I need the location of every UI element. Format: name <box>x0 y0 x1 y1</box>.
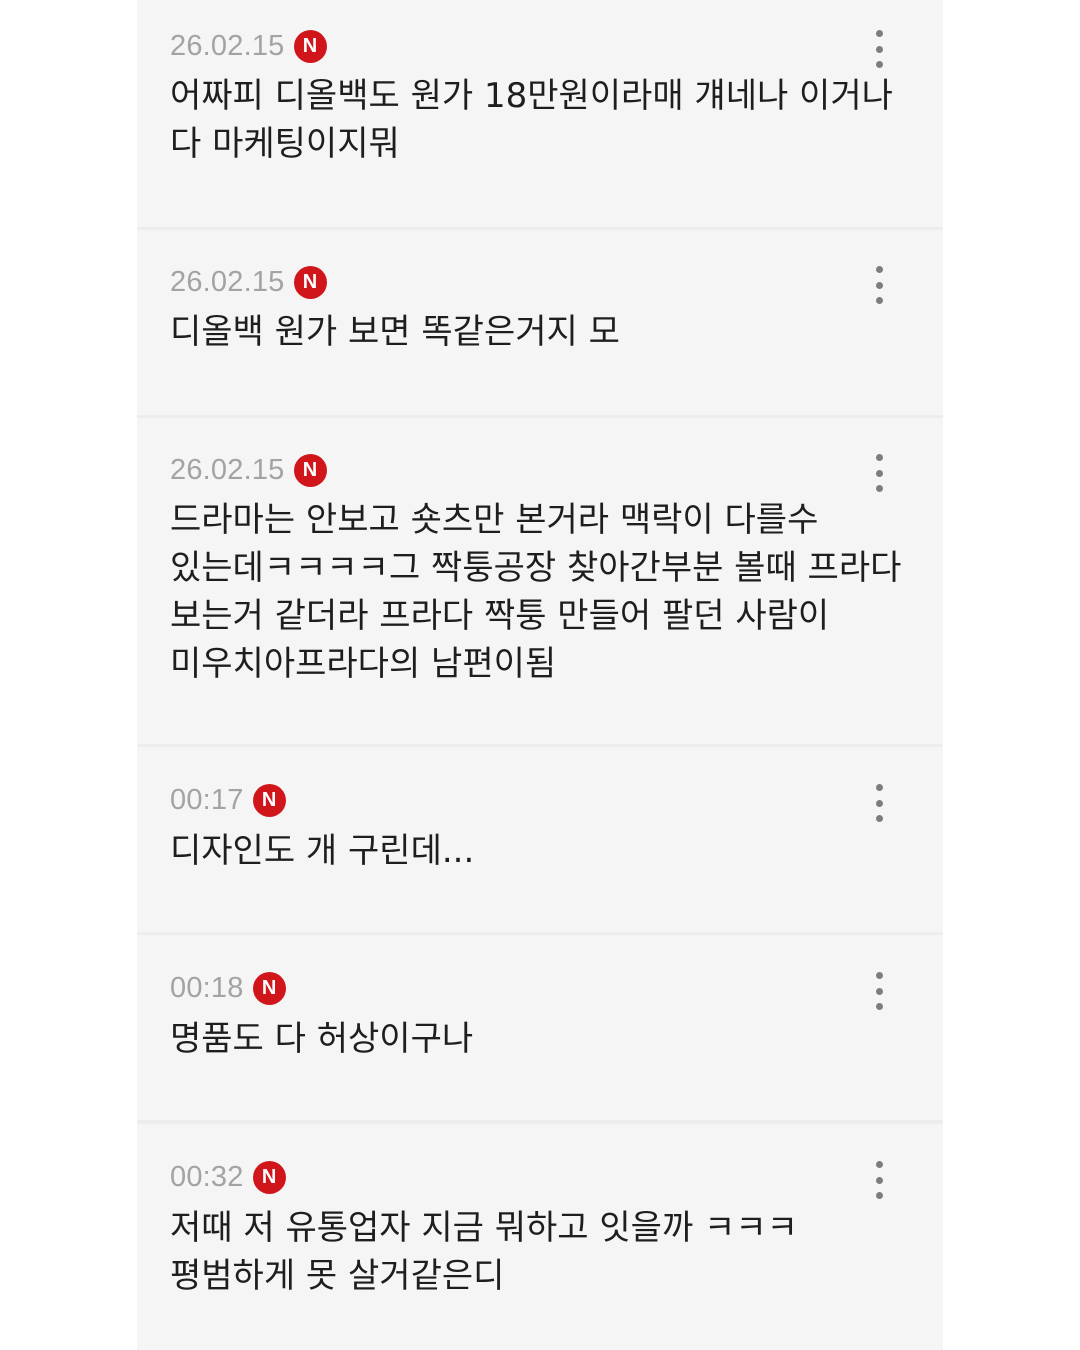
comment-item: 26.02.15 N 어짜피 디올백도 원가 18만원이라매 걔네나 이거나 다… <box>137 0 943 227</box>
more-options-icon[interactable] <box>869 454 889 492</box>
comment-text: 디올백 원가 보면 똑같은거지 모 <box>170 312 620 352</box>
comment-item: 00:32 N 저때 저 유통업자 지금 뭐하고 잇을까 ㅋㅋㅋ 평범하게 못 … <box>137 1124 943 1350</box>
comment-timestamp: 26.02.15 <box>170 266 285 298</box>
comment-item: 26.02.15 N 드라마는 안보고 숏츠만 본거라 맥락이 다를수 있는데ㅋ… <box>137 418 943 744</box>
comment-timestamp: 26.02.15 <box>170 454 285 486</box>
comment-meta: 26.02.15 N <box>170 26 327 66</box>
more-options-icon[interactable] <box>869 266 889 304</box>
comment-timestamp: 26.02.15 <box>170 30 285 62</box>
comment-text: 명품도 다 허상이구나 <box>170 1019 474 1059</box>
comment-meta: 00:17 N <box>170 780 286 820</box>
comment-timestamp: 00:32 <box>170 1161 244 1193</box>
comment-timestamp: 00:18 <box>170 972 244 1004</box>
comment-meta: 26.02.15 N <box>170 262 327 302</box>
comment-meta: 00:18 N <box>170 968 286 1008</box>
more-options-icon[interactable] <box>869 1161 889 1199</box>
comment-text: 디자인도 개 구린데... <box>170 831 475 871</box>
comment-item: 00:18 N 명품도 다 허상이구나 <box>137 935 943 1120</box>
comment-meta: 26.02.15 N <box>170 450 327 490</box>
comment-item: 26.02.15 N 디올백 원가 보면 똑같은거지 모 <box>137 230 943 415</box>
new-badge-icon: N <box>252 971 286 1005</box>
new-badge-icon: N <box>293 265 327 299</box>
comment-text: 저때 저 유통업자 지금 뭐하고 잇을까 ㅋㅋㅋ 평범하게 못 살거같은디 <box>170 1208 798 1296</box>
new-badge-icon: N <box>293 29 327 63</box>
more-options-icon[interactable] <box>869 30 889 68</box>
comment-item: 00:17 N 디자인도 개 구린데... <box>137 747 943 932</box>
more-options-icon[interactable] <box>869 972 889 1010</box>
more-options-icon[interactable] <box>869 784 889 822</box>
comment-meta: 00:32 N <box>170 1157 286 1197</box>
new-badge-icon: N <box>252 1160 286 1194</box>
comment-text: 드라마는 안보고 숏츠만 본거라 맥락이 다를수 있는데ㅋㅋㅋㅋ그 짝퉁공장 찾… <box>170 500 902 684</box>
new-badge-icon: N <box>252 783 286 817</box>
comment-feed: 26.02.15 N 어짜피 디올백도 원가 18만원이라매 걔네나 이거나 다… <box>137 0 943 1350</box>
comment-timestamp: 00:17 <box>170 784 244 816</box>
new-badge-icon: N <box>293 453 327 487</box>
comment-text: 어짜피 디올백도 원가 18만원이라매 걔네나 이거나 다 마케팅이지뭐 <box>170 76 893 164</box>
